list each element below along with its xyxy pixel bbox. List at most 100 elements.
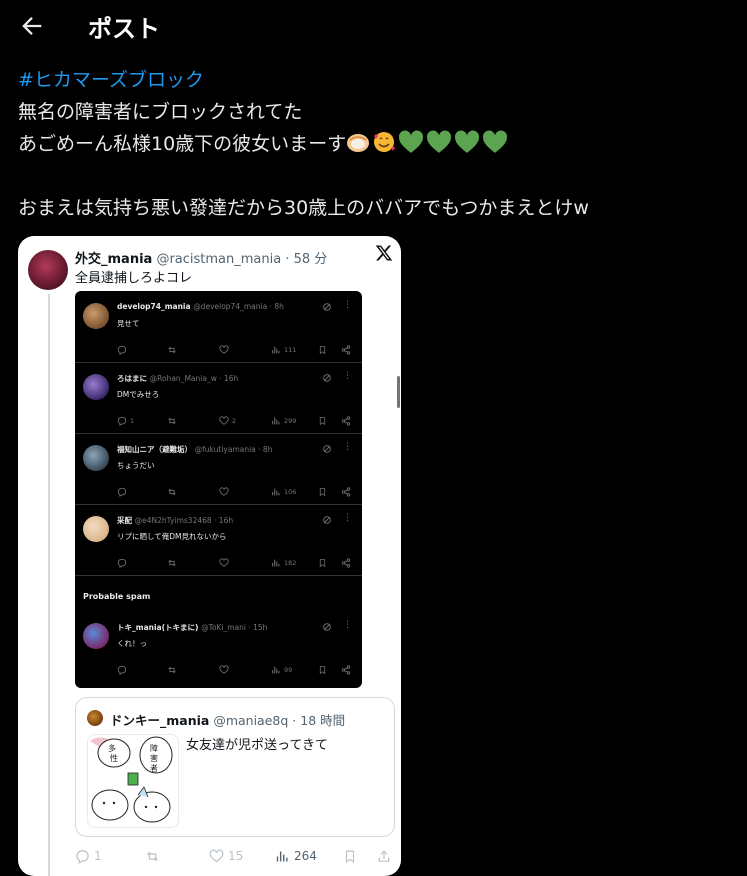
bookmark-button[interactable]	[318, 663, 327, 677]
grok-icon[interactable]	[322, 373, 332, 383]
share-button[interactable]	[341, 485, 351, 499]
views-button[interactable]: 264	[275, 848, 317, 864]
views-button[interactable]: 106	[271, 485, 296, 499]
more-icon[interactable]: ⋮	[343, 300, 352, 310]
like-button[interactable]	[219, 485, 232, 499]
retweet-icon	[168, 346, 176, 354]
retweet-button[interactable]	[167, 663, 177, 677]
embedded-post[interactable]: 外交_mania @racistman_mania · 58 分 全員逮捕しろよ…	[18, 236, 401, 876]
retweet-button[interactable]	[167, 343, 177, 357]
quoted-post[interactable]: ドンキー_mania @maniae8q · 18 時間 多 性 障 害 者 女…	[75, 697, 395, 837]
reply-actions: 106	[75, 485, 362, 499]
bookmark-button[interactable]	[318, 556, 327, 570]
heart-icon	[219, 345, 229, 354]
like-button[interactable]: 2	[219, 414, 236, 428]
avatar[interactable]	[28, 250, 68, 290]
share-button[interactable]	[341, 556, 351, 570]
green-heart-icon	[427, 130, 452, 153]
like-button[interactable]	[219, 556, 232, 570]
views-button[interactable]: 111	[271, 343, 296, 357]
reply-icon	[76, 849, 89, 864]
analytics-icon	[272, 417, 280, 425]
reply-text: リプに晒して俺DM見れないから	[117, 532, 227, 541]
screenshot-image[interactable]: develop74_mania @develop74_mania · 8h 見せて…	[75, 291, 362, 688]
reply-button[interactable]: 1	[75, 848, 102, 864]
reply-button[interactable]	[117, 663, 130, 677]
more-icon[interactable]: ⋮	[343, 442, 352, 452]
spam-reply-row[interactable]: トキ_mania(トキまに) @ToKi_mani · 15h くれ！っ ⋮ 99	[75, 611, 362, 682]
retweet-button[interactable]	[145, 848, 160, 864]
back-arrow-icon[interactable]	[18, 12, 46, 40]
share-icon	[341, 665, 351, 675]
grok-icon[interactable]	[322, 444, 332, 454]
reply-button[interactable]	[117, 485, 130, 499]
reply-author[interactable]: 福知山ニア（避難垢） @fukutiyamania · 8h	[117, 444, 272, 455]
cartoon-illustration: 多 性 障 害 者	[90, 736, 173, 823]
views-button[interactable]: 99	[271, 663, 292, 677]
probable-spam-label: Probable spam	[83, 592, 151, 601]
avatar[interactable]	[83, 445, 109, 471]
heart-icon	[219, 665, 229, 674]
bookmark-button[interactable]	[318, 485, 327, 499]
reply-author[interactable]: トキ_mania(トキまに) @ToKi_mani · 15h	[117, 622, 267, 633]
bookmark-button[interactable]	[318, 414, 327, 428]
reply-button[interactable]	[117, 556, 130, 570]
share-button[interactable]	[341, 343, 351, 357]
share-button[interactable]	[341, 414, 351, 428]
like-button[interactable]	[219, 663, 232, 677]
heart-icon	[219, 487, 229, 496]
scrollbar[interactable]	[397, 376, 400, 408]
avatar[interactable]	[83, 516, 109, 542]
reply-button[interactable]	[117, 343, 130, 357]
like-button[interactable]: 15	[209, 848, 243, 864]
embed-action-bar: 1 15 264	[75, 848, 395, 864]
retweet-button[interactable]	[167, 556, 177, 570]
bookmark-button[interactable]	[318, 343, 327, 357]
views-button[interactable]: 299	[271, 414, 296, 428]
share-button[interactable]	[341, 663, 351, 677]
top-bar: ポスト	[0, 0, 747, 52]
x-logo-icon[interactable]	[375, 244, 393, 262]
bookmark-icon	[319, 488, 326, 497]
analytics-icon	[272, 666, 280, 674]
grok-icon[interactable]	[322, 515, 332, 525]
retweet-button[interactable]	[167, 485, 177, 499]
retweet-icon	[168, 666, 176, 674]
reply-count: 1	[94, 849, 102, 863]
quote-image[interactable]: 多 性 障 害 者	[87, 734, 179, 828]
tweet-line-1: 無名の障害者にブロックされてた	[18, 101, 303, 123]
avatar[interactable]	[87, 710, 103, 726]
embed-author[interactable]: 外交_mania @racistman_mania · 58 分	[75, 248, 327, 267]
bookmark-button[interactable]	[343, 848, 357, 864]
retweet-button[interactable]	[167, 414, 177, 428]
avatar[interactable]	[83, 303, 109, 329]
reply-row[interactable]: 福知山ニア（避難垢） @fukutiyamania · 8h ちょうだい ⋮ 106	[75, 433, 362, 505]
reply-author[interactable]: ろはまに @Rohan_Mania_w · 16h	[117, 373, 238, 384]
more-icon[interactable]: ⋮	[343, 513, 352, 523]
view-count: 264	[294, 849, 317, 863]
reply-author[interactable]: 采配 @e4N2hTyims32468 · 16h	[117, 515, 233, 526]
green-heart-icon	[399, 130, 424, 153]
quote-author[interactable]: ドンキー_mania @maniae8q · 18 時間	[110, 710, 345, 729]
green-heart-icon	[455, 130, 480, 153]
avatar[interactable]	[83, 623, 109, 649]
bookmark-icon	[319, 559, 326, 568]
analytics-icon	[272, 488, 280, 496]
more-icon[interactable]: ⋮	[343, 371, 352, 381]
reply-row[interactable]: develop74_mania @develop74_mania · 8h 見せて…	[75, 291, 362, 363]
reply-button[interactable]: 1	[117, 414, 134, 428]
svg-text:多: 多	[108, 743, 116, 753]
reply-row[interactable]: 采配 @e4N2hTyims32468 · 16h リプに晒して俺DM見れないから…	[75, 504, 362, 576]
reply-row[interactable]: ろはまに @Rohan_Mania_w · 16h DMでみせろ ⋮ 1 2 299	[75, 362, 362, 434]
like-button[interactable]	[219, 343, 232, 357]
grok-icon[interactable]	[322, 622, 332, 632]
heart-icon	[219, 416, 229, 425]
views-button[interactable]: 182	[271, 556, 296, 570]
reply-author[interactable]: develop74_mania @develop74_mania · 8h	[117, 302, 284, 311]
share-button[interactable]	[377, 848, 391, 864]
more-icon[interactable]: ⋮	[343, 620, 352, 630]
grok-icon[interactable]	[322, 302, 332, 312]
heart-icon	[219, 558, 229, 567]
avatar[interactable]	[83, 374, 109, 400]
hashtag-link[interactable]: #ヒカマーズブロック	[18, 69, 204, 91]
